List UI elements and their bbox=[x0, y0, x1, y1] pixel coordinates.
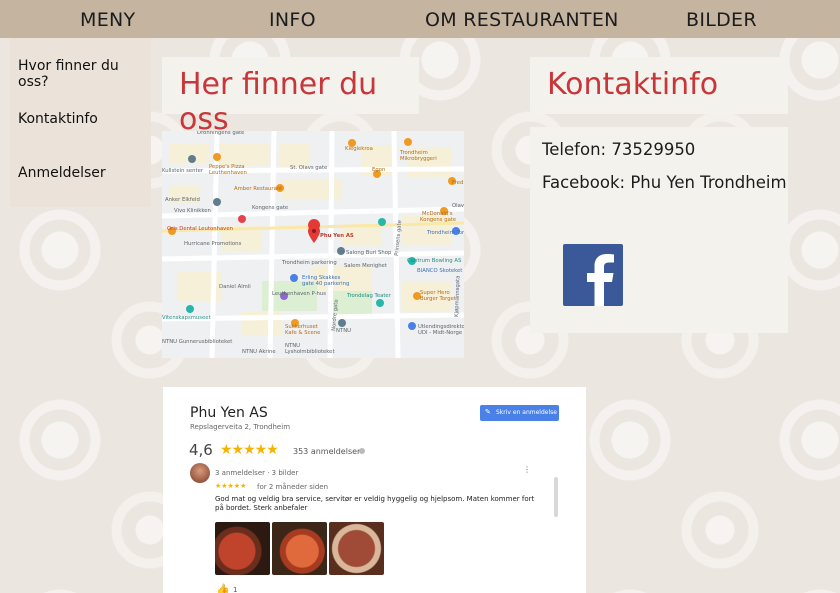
svg-text:Amber Restaurant: Amber Restaurant bbox=[234, 186, 282, 192]
review-photo-3[interactable] bbox=[329, 522, 384, 575]
reviewer-meta: 3 anmeldelser · 3 bilder bbox=[215, 469, 299, 477]
svg-text:Trondelag Teater: Trondelag Teater bbox=[346, 293, 392, 299]
svg-text:Leuthenhaven: Leuthenhaven bbox=[209, 170, 247, 176]
review-text: God mat og veldig bra service, servitør … bbox=[215, 495, 535, 512]
svg-text:Burger Torget: Burger Torget bbox=[420, 296, 456, 302]
phone-text: Telefon: 73529950 bbox=[542, 140, 696, 159]
review-scrollbar[interactable] bbox=[554, 477, 558, 517]
location-heading-box: Her finner du oss bbox=[162, 57, 419, 137]
nav-info[interactable]: INFO bbox=[269, 9, 316, 31]
map[interactable]: Dronningens gate Kieglekroa Trondheim Mik… bbox=[162, 131, 464, 358]
svg-text:Phu Yen AS: Phu Yen AS bbox=[320, 233, 354, 239]
svg-text:Centrum Bowling AS: Centrum Bowling AS bbox=[407, 258, 462, 264]
svg-text:UDI - Midt-Norge: UDI - Midt-Norge bbox=[418, 330, 462, 336]
svg-text:Vitenskapsmuseet: Vitenskapsmuseet bbox=[162, 315, 211, 321]
svg-text:Leuthenhaven P-hus: Leuthenhaven P-hus bbox=[272, 291, 326, 297]
info-dropdown-menu: Hvor finner du oss? Kontaktinfo Anmeldel… bbox=[10, 38, 151, 207]
write-review-label: Skriv en anmeldelse bbox=[496, 409, 557, 416]
svg-text:Kafe & Scene: Kafe & Scene bbox=[285, 330, 320, 336]
rating-value: 4,6 bbox=[189, 441, 213, 459]
svg-text:NTNU Akrine: NTNU Akrine bbox=[242, 349, 276, 355]
dropdown-item-anmeldelser[interactable]: Anmeldelser bbox=[18, 165, 106, 181]
nav-om-restauranten[interactable]: OM RESTAURANTEN bbox=[425, 9, 619, 31]
svg-text:Hurricane Promotions: Hurricane Promotions bbox=[184, 241, 241, 247]
review-photo-1[interactable] bbox=[215, 522, 270, 575]
svg-text:Dronningens gate: Dronningens gate bbox=[197, 131, 244, 136]
svg-text:Kongens gate: Kongens gate bbox=[420, 217, 456, 223]
dropdown-item-kontaktinfo[interactable]: Kontaktinfo bbox=[18, 111, 98, 127]
review-stars: ★★★★★ bbox=[215, 482, 247, 490]
svg-text:Daniel Almli: Daniel Almli bbox=[219, 284, 251, 290]
rating-stars: ★★★★★ bbox=[220, 442, 279, 458]
like-count: 1 bbox=[233, 586, 238, 593]
svg-text:NTNU Gunnerusbiblioteket: NTNU Gunnerusbiblioteket bbox=[162, 339, 232, 345]
svg-text:Salong Buri Shop: Salong Buri Shop bbox=[346, 250, 392, 256]
reviewer-avatar bbox=[190, 463, 210, 483]
write-review-button[interactable]: ✎ Skriv en anmeldelse bbox=[480, 405, 559, 421]
pencil-icon: ✎ bbox=[485, 408, 491, 416]
svg-text:Kullstein senter: Kullstein senter bbox=[162, 168, 204, 174]
svg-text:Kieglekroa: Kieglekroa bbox=[345, 146, 373, 152]
top-navigation-bar: MENY INFO OM RESTAURANTEN BILDER bbox=[0, 0, 840, 38]
svg-text:Trondheim Torg: Trondheim Torg bbox=[426, 230, 464, 236]
review-count[interactable]: 353 anmeldelser bbox=[293, 447, 360, 456]
svg-text:Mikrobryggeri: Mikrobryggeri bbox=[400, 156, 437, 162]
svg-text:Kongens gate: Kongens gate bbox=[252, 205, 288, 211]
facebook-icon[interactable] bbox=[563, 244, 623, 306]
svg-text:NTNU: NTNU bbox=[336, 328, 351, 334]
google-review-card: Phu Yen AS Repslagerveita 2, Trondheim ✎… bbox=[163, 387, 586, 593]
svg-text:Vivo Klinikken: Vivo Klinikken bbox=[174, 208, 211, 214]
svg-text:Trondheim parkering: Trondheim parkering bbox=[281, 260, 337, 266]
facebook-text: Facebook: Phu Yen Trondheim bbox=[542, 173, 787, 192]
svg-text:Lysholmbiblioteket: Lysholmbiblioteket bbox=[285, 349, 335, 355]
contact-heading-box: Kontaktinfo bbox=[530, 57, 788, 114]
svg-text:gate 40 parkering: gate 40 parkering bbox=[302, 281, 349, 287]
svg-text:St. Olavs gate: St. Olavs gate bbox=[290, 165, 327, 171]
svg-text:Olav: Olav bbox=[452, 203, 464, 209]
svg-text:Egon: Egon bbox=[372, 167, 385, 173]
info-icon[interactable] bbox=[359, 448, 365, 454]
nav-bilder[interactable]: BILDER bbox=[686, 9, 757, 31]
contact-info-panel: Telefon: 73529950 Facebook: Phu Yen Tron… bbox=[530, 127, 788, 333]
nav-meny[interactable]: MENY bbox=[80, 9, 135, 31]
review-photo-2[interactable] bbox=[272, 522, 327, 575]
review-time: for 2 måneder siden bbox=[257, 483, 329, 491]
svg-text:Oris Dental Leutonhaven: Oris Dental Leutonhaven bbox=[167, 226, 233, 232]
dropdown-item-hvor-finner-du-oss[interactable]: Hvor finner du oss? bbox=[18, 58, 151, 90]
thumbs-up-icon[interactable]: 👍 bbox=[216, 583, 230, 593]
svg-text:Anker Elkfeld: Anker Elkfeld bbox=[165, 197, 200, 203]
facebook-logo-graphic bbox=[587, 254, 614, 306]
more-options-icon[interactable]: ⋮ bbox=[523, 465, 531, 474]
svg-text:Fred: Fred bbox=[452, 180, 463, 186]
business-address: Repslagerveita 2, Trondheim bbox=[190, 423, 291, 431]
svg-text:BIANCO Skoteket: BIANCO Skoteket bbox=[417, 268, 462, 274]
svg-text:Salem Menighet: Salem Menighet bbox=[344, 263, 387, 269]
business-name: Phu Yen AS bbox=[190, 405, 268, 421]
contact-heading: Kontaktinfo bbox=[547, 67, 719, 102]
map-graphic: Dronningens gate Kieglekroa TrondheimMik… bbox=[162, 131, 464, 358]
location-heading: Her finner du oss bbox=[179, 67, 378, 137]
